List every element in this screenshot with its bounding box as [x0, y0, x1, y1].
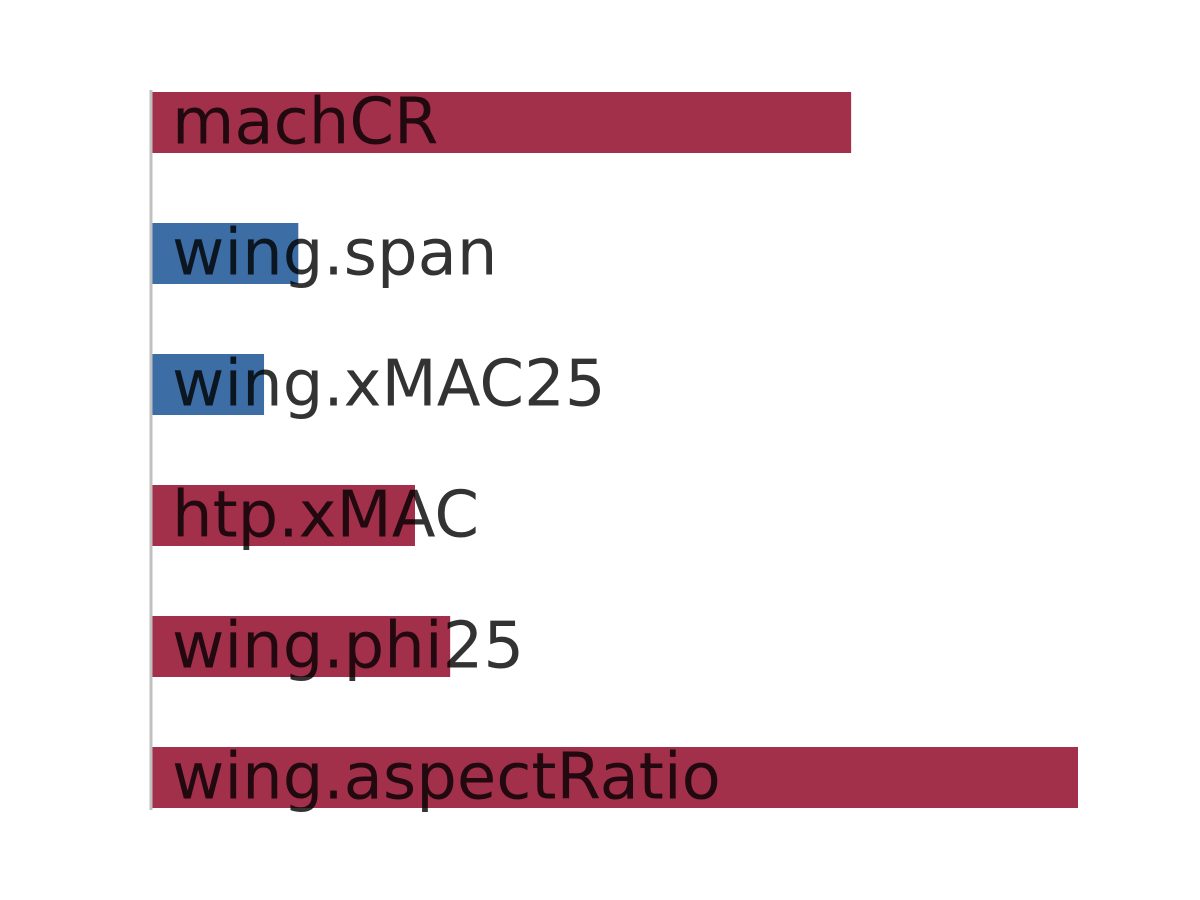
bars-group [152, 92, 1078, 808]
bar-label-machCR: machCR [172, 86, 438, 160]
bar-label-wing-aspectRatio: wing.aspectRatio [172, 741, 721, 815]
bar-chart: machCR wing.span wing.xMAC25 htp.xMAC wing.p… [149, 86, 1078, 815]
bar-label-htp-xMAC: htp.xMAC [172, 479, 479, 553]
bar-label-wing-span: wing.span [172, 217, 497, 291]
bar-label-wing-xMAC25: wing.xMAC25 [172, 348, 606, 422]
labels-group: machCR wing.span wing.xMAC25 htp.xMAC wing.p… [172, 86, 721, 815]
bar-label-wing-phi25: wing.phi25 [172, 610, 524, 684]
